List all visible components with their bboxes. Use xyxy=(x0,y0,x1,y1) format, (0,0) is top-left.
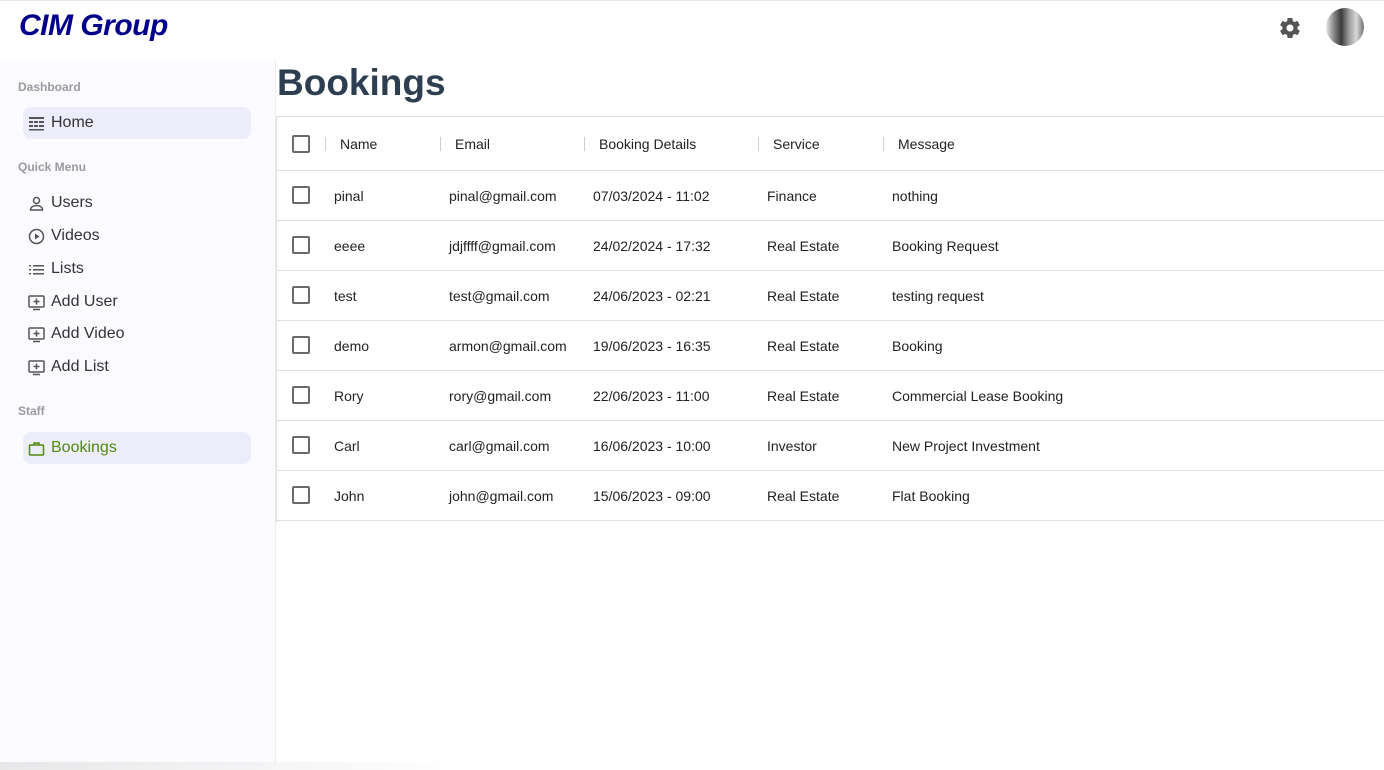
sidebar-item-lists[interactable]: Lists xyxy=(23,253,251,285)
row-checkbox[interactable] xyxy=(292,186,310,204)
sidebar-item-label: Home xyxy=(51,114,94,131)
cell-booking-details: 24/06/2023 - 02:21 xyxy=(593,287,711,304)
section-staff: Staff xyxy=(18,404,45,418)
app-logo[interactable]: CIM Group xyxy=(19,9,168,43)
table-row[interactable]: Rory rory@gmail.com 22/06/2023 - 11:00 R… xyxy=(277,371,1384,421)
sidebar: Dashboard Home Quick Menu Users Videos L… xyxy=(0,60,276,766)
top-bar: CIM Group xyxy=(0,0,1384,60)
cell-message: nothing xyxy=(892,187,938,204)
bottom-divider xyxy=(0,762,470,770)
sidebar-item-videos[interactable]: Videos xyxy=(23,220,251,252)
column-header-name[interactable]: Name xyxy=(340,117,377,170)
cell-message: New Project Investment xyxy=(892,437,1040,454)
column-separator xyxy=(883,137,884,151)
cell-service: Investor xyxy=(767,437,817,454)
sidebar-item-users[interactable]: Users xyxy=(23,187,251,219)
cell-name: John xyxy=(334,487,365,504)
section-quick-menu: Quick Menu xyxy=(18,160,87,174)
column-header-service[interactable]: Service xyxy=(773,117,820,170)
table-row[interactable]: test test@gmail.com 24/06/2023 - 02:21 R… xyxy=(277,271,1384,321)
cell-email: carl@gmail.com xyxy=(449,437,550,454)
sidebar-item-bookings[interactable]: Bookings xyxy=(23,432,251,464)
sidebar-item-label: Users xyxy=(51,194,93,211)
table-header: Name Email Booking Details Service Messa… xyxy=(277,117,1384,171)
cell-name: pinal xyxy=(334,187,364,204)
add-box-icon xyxy=(28,326,45,343)
table-row[interactable]: demo armon@gmail.com 19/06/2023 - 16:35 … xyxy=(277,321,1384,371)
cell-booking-details: 15/06/2023 - 09:00 xyxy=(593,487,711,504)
cell-service: Real Estate xyxy=(767,337,840,354)
cell-message: Commercial Lease Booking xyxy=(892,387,1064,404)
row-checkbox[interactable] xyxy=(292,286,310,304)
table-row[interactable]: pinal pinal@gmail.com 07/03/2024 - 11:02… xyxy=(277,171,1384,221)
cell-booking-details: 19/06/2023 - 16:35 xyxy=(593,337,711,354)
sidebar-item-add-video[interactable]: Add Video xyxy=(23,318,251,350)
cell-booking-details: 24/02/2024 - 17:32 xyxy=(593,237,711,254)
column-header-email[interactable]: Email xyxy=(455,117,490,170)
gear-icon[interactable] xyxy=(1278,16,1302,40)
cell-service: Real Estate xyxy=(767,487,840,504)
cell-name: eeee xyxy=(334,237,366,254)
sidebar-item-label: Add List xyxy=(51,358,109,375)
dashboard-icon xyxy=(28,115,45,132)
table-row[interactable]: Carl carl@gmail.com 16/06/2023 - 10:00 I… xyxy=(277,421,1384,471)
sidebar-item-add-user[interactable]: Add User xyxy=(23,286,251,318)
cell-service: Finance xyxy=(767,187,817,204)
sidebar-item-label: Add User xyxy=(51,293,118,310)
column-separator xyxy=(325,137,326,151)
add-box-icon xyxy=(28,359,45,376)
column-separator xyxy=(758,137,759,151)
cell-service: Real Estate xyxy=(767,387,840,404)
cell-message: Booking xyxy=(892,337,943,354)
list-icon xyxy=(28,261,45,278)
cell-name: demo xyxy=(334,337,370,354)
cell-name: Rory xyxy=(334,387,364,404)
column-separator xyxy=(584,137,585,151)
column-separator xyxy=(440,137,441,151)
sidebar-item-add-list[interactable]: Add List xyxy=(23,351,251,383)
cell-service: Real Estate xyxy=(767,287,840,304)
row-checkbox[interactable] xyxy=(292,486,310,504)
cell-email: pinal@gmail.com xyxy=(449,187,557,204)
cell-email: test@gmail.com xyxy=(449,287,550,304)
cell-booking-details: 07/03/2024 - 11:02 xyxy=(593,187,710,204)
column-header-booking-details[interactable]: Booking Details xyxy=(599,117,696,170)
table-row[interactable]: John john@gmail.com 15/06/2023 - 09:00 R… xyxy=(277,471,1384,521)
cell-message: Booking Request xyxy=(892,237,999,254)
sidebar-item-label: Videos xyxy=(51,227,100,244)
row-checkbox[interactable] xyxy=(292,436,310,454)
column-header-message[interactable]: Message xyxy=(898,117,955,170)
sidebar-item-home[interactable]: Home xyxy=(23,107,251,139)
cell-email: john@gmail.com xyxy=(449,487,554,504)
cell-message: Flat Booking xyxy=(892,487,970,504)
briefcase-icon xyxy=(28,440,45,457)
cell-service: Real Estate xyxy=(767,237,840,254)
cell-email: rory@gmail.com xyxy=(449,387,552,404)
cell-name: test xyxy=(334,287,357,304)
cell-message: testing request xyxy=(892,287,984,304)
section-dashboard: Dashboard xyxy=(18,80,81,94)
bookings-table: Name Email Booking Details Service Messa… xyxy=(276,116,1384,522)
cell-booking-details: 22/06/2023 - 11:00 xyxy=(593,387,710,404)
user-icon xyxy=(28,195,45,212)
sidebar-item-label: Add Video xyxy=(51,325,125,342)
cell-email: jdjffff@gmail.com xyxy=(449,237,556,254)
avatar[interactable] xyxy=(1326,8,1364,46)
row-checkbox[interactable] xyxy=(292,386,310,404)
cell-booking-details: 16/06/2023 - 10:00 xyxy=(593,437,711,454)
table-row[interactable]: eeee jdjffff@gmail.com 24/02/2024 - 17:3… xyxy=(277,221,1384,271)
page-title: Bookings xyxy=(277,62,446,103)
cell-email: armon@gmail.com xyxy=(449,337,567,354)
select-all-checkbox[interactable] xyxy=(292,135,310,153)
row-checkbox[interactable] xyxy=(292,336,310,354)
add-box-icon xyxy=(28,294,45,311)
row-checkbox[interactable] xyxy=(292,236,310,254)
cell-name: Carl xyxy=(334,437,360,454)
sidebar-item-label: Bookings xyxy=(51,439,117,456)
play-circle-icon xyxy=(28,228,45,245)
sidebar-item-label: Lists xyxy=(51,260,84,277)
